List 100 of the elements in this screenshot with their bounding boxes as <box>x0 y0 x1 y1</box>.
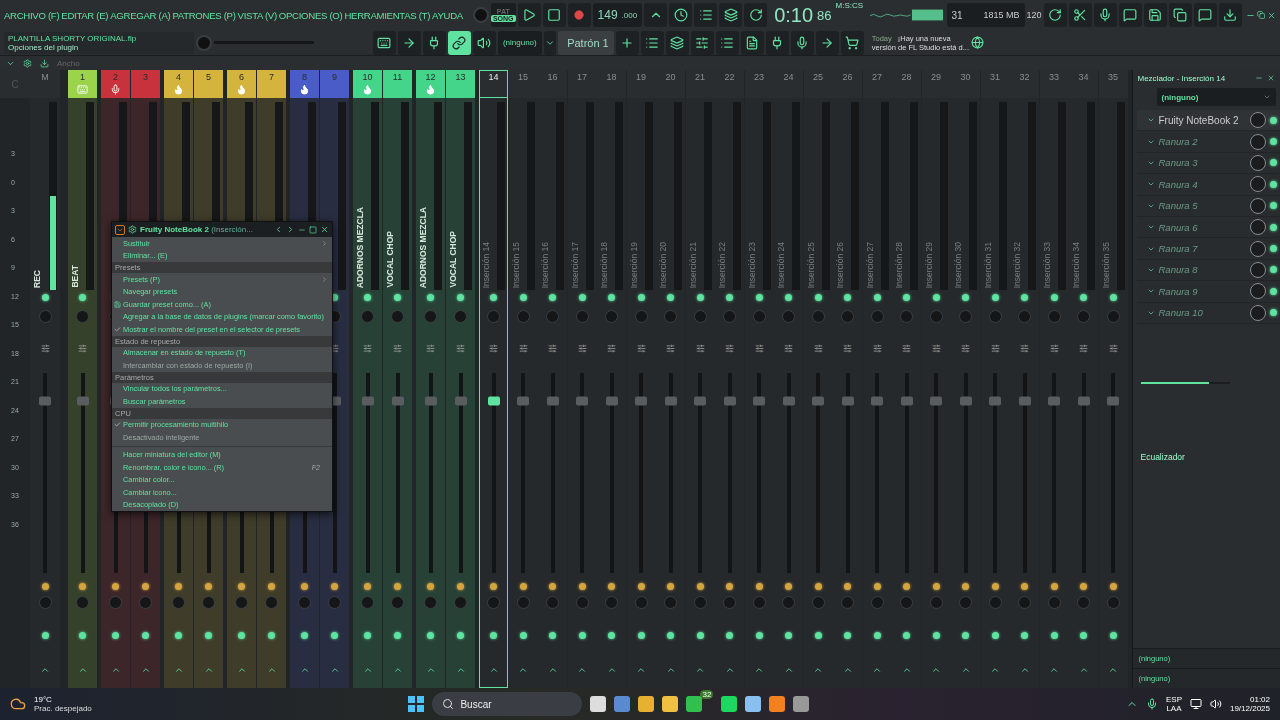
strip-header[interactable]: 34 <box>1069 70 1098 98</box>
track-number: 8 <box>302 72 307 82</box>
effect-slot[interactable]: Ranura 7 <box>1136 238 1280 260</box>
track-number: 23 <box>754 72 764 82</box>
track-number: 33 <box>1049 72 1059 82</box>
plugin-title: Fruity NoteBook 2 (Inserción... <box>140 225 253 234</box>
menu-item[interactable]: HERRAMIENTAS (T) <box>344 9 431 21</box>
track-name: VOCAL CHOP <box>448 231 458 288</box>
track-number: 5 <box>206 72 211 82</box>
track-name: ADORNOS MEZCLA <box>355 206 365 288</box>
strip-header[interactable]: 11 <box>383 70 412 98</box>
strip-header[interactable]: 13 <box>446 70 475 98</box>
track-name: Inserción 33 <box>1041 241 1052 288</box>
strip-header[interactable]: 23 <box>744 70 774 98</box>
strip-header[interactable]: 29 <box>921 70 951 98</box>
notification-badge: 32 <box>700 690 714 699</box>
effect-slot[interactable]: Ranura 8 <box>1136 259 1280 282</box>
strip-header[interactable]: 14 <box>479 70 508 98</box>
equalizer-label: Ecualizador <box>1140 451 1186 462</box>
channel-selector[interactable]: (ninguno) <box>497 30 542 55</box>
menu-item[interactable]: EDITAR (E) <box>61 9 109 21</box>
strip-header[interactable]: 5 <box>194 70 223 98</box>
effect-slot[interactable]: Ranura 3 <box>1136 152 1280 175</box>
effect-slot[interactable]: Ranura 9 <box>1136 281 1280 303</box>
track-name: BEAT <box>70 265 80 288</box>
track-number: 11 <box>392 72 403 82</box>
track-name: Inserción 34 <box>1071 241 1081 288</box>
track-name: Inserción 22 <box>717 241 727 288</box>
track-number: 30 <box>960 72 971 82</box>
track-name: ADORNOS MEZCLA <box>418 206 428 288</box>
menu-item[interactable]: AYUDA <box>432 9 463 21</box>
strip-header[interactable]: 26 <box>833 70 862 98</box>
strip-header[interactable]: M <box>30 70 60 98</box>
strip-header[interactable]: 28 <box>892 70 921 98</box>
track-number: 17 <box>577 72 587 82</box>
effect-slot[interactable]: Ranura 4 <box>1136 174 1280 196</box>
strip-header[interactable]: 12 <box>416 70 445 98</box>
effect-slot[interactable]: Ranura 2 <box>1136 131 1280 153</box>
track-number: 24 <box>783 72 794 82</box>
track-name: Inserción 31 <box>982 241 993 288</box>
preset-selector[interactable]: (ninguno) <box>1156 88 1276 106</box>
clock-time[interactable]: 01:02 <box>1250 695 1270 704</box>
strip-header[interactable]: 7 <box>257 70 286 98</box>
strip-header[interactable]: 10 <box>353 70 382 98</box>
effect-slot[interactable]: Fruity NoteBook 2 <box>1136 110 1280 132</box>
strip-header[interactable]: 24 <box>774 70 803 98</box>
tempo-display[interactable]: 149 .000 <box>592 3 643 27</box>
strip-header[interactable]: 4 <box>164 70 193 98</box>
panel-title: Mezclador - Inserción 14 <box>1137 73 1226 83</box>
strip-header[interactable]: 21 <box>685 70 715 98</box>
strip-header[interactable]: 19 <box>626 70 656 98</box>
strip-header[interactable]: 30 <box>951 70 980 98</box>
effect-slot[interactable]: Ranura 10 <box>1136 302 1280 324</box>
track-number: 3 <box>143 72 148 82</box>
track-name: Inserción 28 <box>894 241 904 288</box>
strip-header[interactable]: 16 <box>538 70 567 98</box>
menu-item[interactable]: AGREGAR (A) <box>110 9 171 21</box>
track-number: 10 <box>362 72 373 82</box>
track-number: 21 <box>695 72 705 82</box>
track-name: Inserción 20 <box>658 241 668 288</box>
effect-slot[interactable]: Ranura 6 <box>1136 216 1280 239</box>
keyboard-layout[interactable]: LAA <box>1166 704 1182 713</box>
effect-slot[interactable]: Ranura 5 <box>1136 195 1280 217</box>
track-number: 15 <box>518 72 528 82</box>
track-name: Inserción 19 <box>628 241 639 288</box>
search-field[interactable]: Buscar <box>432 692 583 716</box>
menu-item[interactable]: OPCIONES (O) <box>278 9 343 21</box>
strip-header[interactable]: 22 <box>715 70 744 98</box>
strip-header[interactable]: 6 <box>227 70 256 98</box>
track-number: 6 <box>239 72 244 82</box>
track-name: Inserción 24 <box>776 241 786 288</box>
clock-date[interactable]: 19/12/2025 <box>1229 704 1270 713</box>
strip-header[interactable]: 1 <box>68 70 97 98</box>
menu-item[interactable]: ARCHIVO (F) <box>4 9 60 21</box>
strip-header[interactable]: 20 <box>656 70 685 98</box>
pattern-selector[interactable]: Patrón 1 <box>557 30 614 55</box>
strip-header[interactable]: 17 <box>567 70 597 98</box>
track-number: 35 <box>1108 72 1118 82</box>
strip-header[interactable]: 15 <box>508 70 538 98</box>
strip-header[interactable]: 31 <box>980 70 1010 98</box>
track-name: Inserción 26 <box>835 241 845 288</box>
strip-header[interactable]: 35 <box>1098 70 1128 98</box>
strip-header[interactable]: 32 <box>1010 70 1039 98</box>
track-name: Inserción 15 <box>510 241 521 288</box>
track-number: 9 <box>332 72 337 82</box>
track-name: Inserción 30 <box>953 241 963 288</box>
track-number: 14 <box>488 72 499 82</box>
menu-item[interactable]: VISTA (V) <box>237 9 277 21</box>
track-number: 4 <box>176 72 181 82</box>
strip-header[interactable]: 18 <box>597 70 626 98</box>
track-name: Inserción 25 <box>805 241 816 288</box>
language-code[interactable]: ESP <box>1165 695 1182 704</box>
strip-header[interactable]: 27 <box>862 70 892 98</box>
menu-item[interactable]: PATRONES (P) <box>172 9 236 21</box>
cpu-panel: 31 1815 MB <box>946 3 1025 27</box>
track-name: VOCAL CHOP <box>385 231 395 288</box>
track-number: 27 <box>872 72 882 82</box>
strip-header[interactable]: 33 <box>1039 70 1069 98</box>
strip-header[interactable]: 25 <box>803 70 833 98</box>
track-name: Inserción 16 <box>540 241 550 288</box>
